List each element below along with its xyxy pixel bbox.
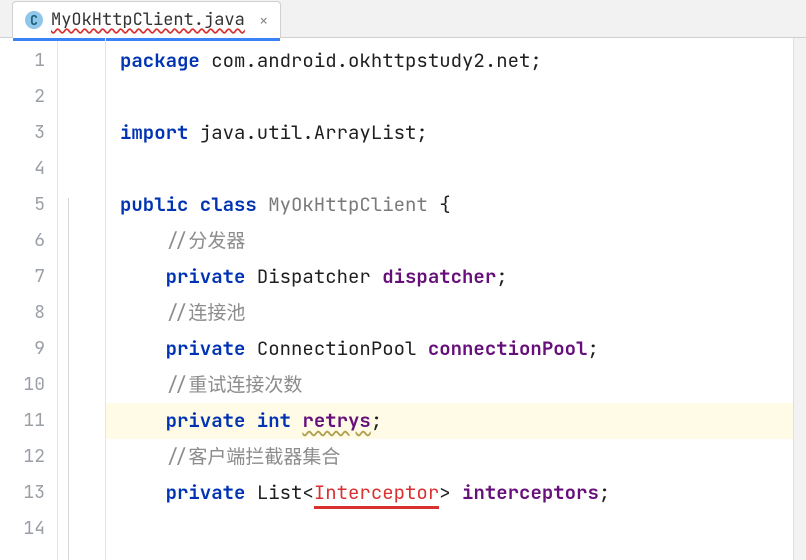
editor-tab[interactable]: C MyOkHttpClient.java × (12, 1, 281, 38)
code-line-13: private List<Interceptor> interceptors; (106, 475, 806, 511)
code-line-3: import java.util.ArrayList; (106, 115, 806, 151)
line-number: 8 (0, 295, 45, 331)
class-icon: C (25, 11, 43, 29)
line-number: 10 (0, 367, 45, 403)
line-number: 4 (0, 151, 45, 187)
line-number: 9 (0, 331, 45, 367)
code-line-14 (106, 511, 806, 547)
fold-guide-line (68, 198, 69, 560)
code-line-12: //客户端拦截器集合 (106, 439, 806, 475)
code-area[interactable]: package com.android.okhttpstudy2.net; im… (106, 38, 806, 560)
tab-filename: MyOkHttpClient.java (51, 9, 245, 31)
vertical-scrollbar[interactable] (793, 38, 806, 560)
line-number: 7 (0, 259, 45, 295)
line-number: 14 (0, 511, 45, 547)
code-line-9: private ConnectionPool connectionPool; (106, 331, 806, 367)
code-line-7: private Dispatcher dispatcher; (106, 259, 806, 295)
line-number: 6 (0, 223, 45, 259)
close-icon[interactable]: × (259, 10, 269, 31)
tab-bar: C MyOkHttpClient.java × (0, 0, 806, 38)
line-number: 11 (0, 403, 45, 439)
editor: 1234567891011121314 package com.android.… (0, 38, 806, 560)
code-line-8: //连接池 (106, 295, 806, 331)
code-line-5: public class MyOkHttpClient { (106, 187, 806, 223)
code-line-1: package com.android.okhttpstudy2.net; (106, 43, 806, 79)
line-number: 2 (0, 79, 45, 115)
line-number: 12 (0, 439, 45, 475)
line-number: 13 (0, 475, 45, 511)
code-line-4 (106, 151, 806, 187)
code-line-6: //分发器 (106, 223, 806, 259)
code-line-2 (106, 79, 806, 115)
line-number-gutter: 1234567891011121314 (0, 38, 58, 560)
line-number: 5 (0, 187, 45, 223)
fold-column (58, 38, 106, 560)
line-number: 3 (0, 115, 45, 151)
line-number: 1 (0, 43, 45, 79)
code-line-10: //重试连接次数 (106, 367, 806, 403)
code-line-11: private int retrys; (106, 403, 806, 439)
